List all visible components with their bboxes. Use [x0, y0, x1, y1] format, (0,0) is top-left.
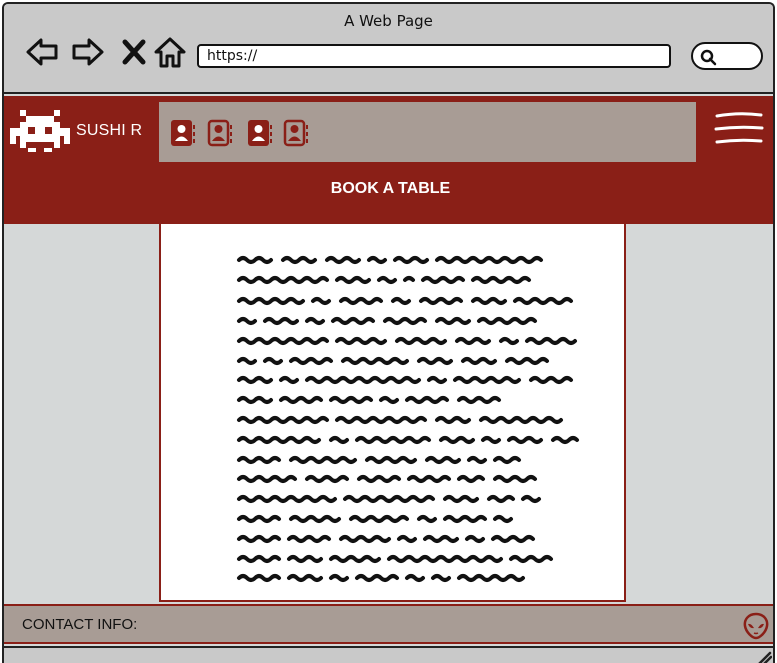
nav-bar — [159, 102, 696, 162]
space-invader-icon — [8, 108, 72, 154]
contact-card-icon[interactable] — [282, 118, 310, 148]
search-icon — [700, 49, 717, 66]
browser-toolbar: A Web Page https:// — [4, 4, 773, 92]
forward-arrow-icon[interactable] — [70, 34, 106, 70]
close-icon[interactable] — [116, 34, 152, 70]
contact-info-label: CONTACT INFO: — [22, 616, 138, 633]
back-arrow-icon[interactable] — [24, 34, 60, 70]
brand-name: SUSHI R — [76, 122, 143, 139]
alien-icon[interactable] — [742, 611, 770, 641]
status-bar — [4, 646, 773, 663]
content-card — [159, 224, 626, 602]
window-title: A Web Page — [344, 12, 433, 30]
browser-window: A Web Page https:// SUSHI R BOOK A TABLE… — [2, 2, 775, 663]
book-table-button[interactable]: BOOK A TABLE — [4, 180, 773, 202]
contact-card-icon[interactable] — [169, 118, 197, 148]
resize-grip-icon[interactable] — [752, 650, 772, 663]
search-button[interactable] — [691, 42, 763, 70]
scribbled-text-placeholder — [161, 224, 624, 600]
home-icon[interactable] — [152, 34, 188, 70]
footer: CONTACT INFO: — [4, 604, 773, 644]
hamburger-menu-icon[interactable] — [714, 108, 764, 150]
page-viewport: SUSHI R BOOK A TABLE CONTACT INFO: — [4, 92, 773, 663]
logo[interactable]: SUSHI R — [8, 106, 142, 156]
url-input[interactable]: https:// — [197, 44, 671, 68]
contact-card-icon[interactable] — [206, 118, 234, 148]
site-header: SUSHI R BOOK A TABLE — [4, 96, 773, 224]
contact-card-icon[interactable] — [246, 118, 274, 148]
